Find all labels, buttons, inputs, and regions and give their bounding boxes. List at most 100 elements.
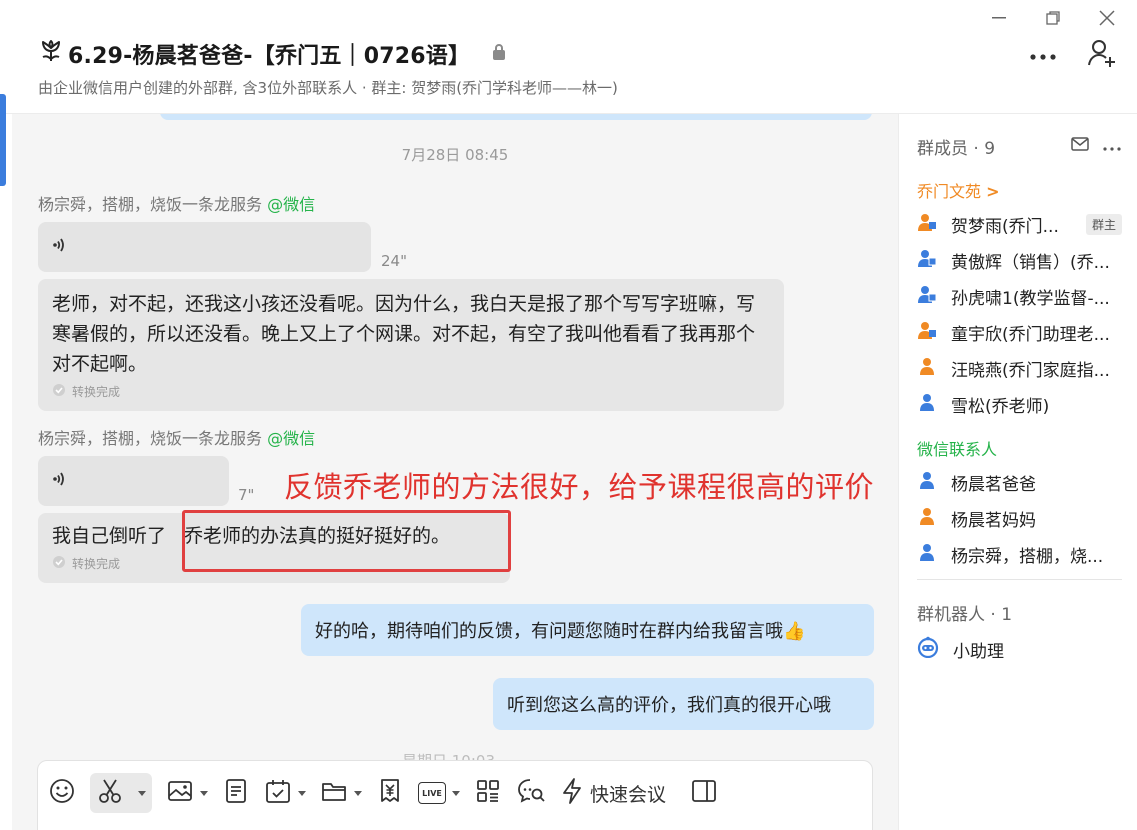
active-chat-indicator (0, 94, 6, 186)
voice-duration: 7" (238, 486, 255, 504)
staff-user-icon (917, 248, 937, 273)
robot-item[interactable]: 小助理 (917, 634, 1122, 664)
chevron-right-icon: > (986, 182, 1000, 201)
minimize-icon[interactable] (987, 8, 1011, 28)
status-text: 转换完成 (72, 385, 121, 399)
message-text: 好的哈，期待咱们的反馈，有问题您随时在群内给我留言哦👍 (315, 621, 806, 642)
more-icon[interactable] (1103, 136, 1121, 155)
live-button[interactable]: LIVE (418, 773, 460, 813)
wechat-tag: @微信 (267, 429, 316, 448)
check-icon (52, 555, 66, 573)
wechat-tag: @微信 (267, 195, 316, 214)
page-title: 6.29-杨晨茗爸爸-【乔门五｜0726语】 (68, 44, 471, 69)
folder-icon (320, 777, 348, 809)
image-button[interactable] (166, 773, 208, 813)
message-sender: 杨宗舜，搭棚，烧饭一条龙服务 @微信 (38, 425, 315, 449)
dropdown-caret[interactable] (354, 790, 362, 796)
dropdown-caret[interactable] (298, 790, 306, 796)
user-icon (917, 392, 937, 417)
dropdown-caret[interactable] (200, 790, 208, 796)
lock-icon (492, 43, 506, 65)
status-text: 转换完成 (72, 557, 121, 571)
emoji-button[interactable] (48, 773, 76, 813)
voice-wave-icon (50, 470, 68, 492)
staff-user-icon (917, 212, 937, 237)
timestamp: 7月28日 08:45 (401, 146, 509, 164)
document-button[interactable] (222, 773, 250, 813)
restore-icon[interactable] (1041, 8, 1065, 28)
highlight-box (182, 510, 511, 572)
chat-search-icon (516, 777, 546, 809)
title-row: 6.29-杨晨茗爸爸-【乔门五｜0726语】 (38, 38, 506, 70)
dropdown-caret[interactable] (452, 790, 460, 796)
close-icon[interactable] (1095, 8, 1119, 28)
robot-icon (917, 636, 939, 663)
outgoing-message[interactable]: 好的哈，期待咱们的反馈，有问题您随时在群内给我留言哦👍 (301, 604, 874, 656)
emoji-icon (48, 777, 76, 809)
member-item[interactable]: 杨晨茗爸爸 (917, 467, 1122, 497)
payment-icon (376, 777, 404, 809)
chat-messages[interactable]: 7月28日 08:45 杨宗舜，搭棚，烧饭一条龙服务 @微信 24" 老师，对不… (12, 114, 898, 830)
members-header: 群成员 · 9 (917, 139, 996, 159)
panel-divider (917, 579, 1122, 580)
robots-header: 群机器人 · 1 (917, 605, 1013, 625)
chat-search-button[interactable] (516, 773, 546, 813)
lightning-icon (560, 777, 584, 809)
conversion-status: 转换完成 (52, 383, 770, 401)
message-composer[interactable]: LIVE 快速会议 (37, 760, 873, 830)
transcribed-message[interactable]: 老师，对不起，还我这小孩还没看呢。因为什么，我白天是报了那个写写字班嘛，写寒暑假… (38, 279, 784, 411)
member-item[interactable]: 杨宗舜，搭棚，烧... (917, 539, 1122, 569)
member-item[interactable]: 杨晨茗妈妈 (917, 503, 1122, 533)
member-item[interactable]: 孙虎啸1(教学监督-... (917, 281, 1122, 311)
sidebar-toggle-icon (690, 777, 718, 809)
annotation-text: 反馈乔老师的方法很好，给予课程很高的评价 (284, 470, 875, 504)
previous-message-bubble (160, 114, 872, 120)
more-icon[interactable] (1029, 46, 1057, 65)
member-item[interactable]: 汪晓燕(乔门家庭指... (917, 353, 1122, 383)
quick-meeting-button[interactable]: 快速会议 (560, 773, 666, 813)
voice-duration: 24" (381, 252, 407, 270)
check-icon (52, 383, 66, 401)
sender-name: 杨宗舜，搭棚，烧饭一条龙服务 (38, 195, 263, 214)
add-member-icon[interactable] (1087, 38, 1117, 72)
member-item[interactable]: 贺梦雨(乔门... 群主 (917, 209, 1122, 239)
group-subtitle: 由企业微信用户创建的外部群, 含3位外部联系人 · 群主: 贺梦雨(乔门学科老师… (38, 79, 618, 97)
apps-button[interactable] (474, 773, 502, 813)
member-item[interactable]: 雪松(乔老师) (917, 389, 1122, 419)
payment-button[interactable] (376, 773, 404, 813)
chat-header: 6.29-杨晨茗爸爸-【乔门五｜0726语】 由企业微信用户创建的外部群, 含3… (0, 0, 1137, 114)
mail-icon[interactable] (1071, 136, 1089, 155)
group-link-qiaomen[interactable]: 乔门文苑 > (917, 178, 1000, 202)
folder-button[interactable] (320, 773, 362, 813)
members-panel: 群成员 · 9 乔门文苑 > 贺梦雨(乔门... 群主 黄傲辉（销售）(乔...… (898, 114, 1137, 830)
document-icon (222, 777, 250, 809)
quick-meeting-label: 快速会议 (590, 783, 667, 806)
screenshot-icon (96, 777, 124, 809)
group-tulip-icon (38, 39, 64, 69)
screenshot-button[interactable] (90, 773, 152, 813)
user-icon (917, 506, 937, 531)
voice-wave-icon (50, 236, 68, 258)
dropdown-caret[interactable] (138, 790, 146, 796)
outgoing-message[interactable]: 听到您这么高的评价，我们真的很开心哦 (493, 678, 874, 730)
live-icon: LIVE (418, 782, 446, 804)
voice-message[interactable] (38, 222, 371, 272)
schedule-button[interactable] (264, 773, 306, 813)
staff-user-icon (917, 320, 937, 345)
owner-badge: 群主 (1085, 213, 1122, 235)
user-icon (917, 356, 937, 381)
apps-icon (474, 777, 502, 809)
member-item[interactable]: 黄傲辉（销售）(乔... (917, 245, 1122, 275)
message-sender: 杨宗舜，搭棚，烧饭一条龙服务 @微信 (38, 191, 315, 215)
message-text: 听到您这么高的评价，我们真的很开心哦 (507, 695, 831, 716)
schedule-icon (264, 777, 292, 809)
sidebar-toggle-button[interactable] (690, 773, 718, 813)
sender-name: 杨宗舜，搭棚，烧饭一条龙服务 (38, 429, 263, 448)
user-icon (917, 542, 937, 567)
staff-user-icon (917, 284, 937, 309)
voice-message[interactable] (38, 456, 229, 506)
composer-toolbar: LIVE 快速会议 (48, 773, 732, 813)
message-text: 老师，对不起，还我这小孩还没看呢。因为什么，我白天是报了那个写写字班嘛，写寒暑假… (52, 293, 756, 375)
member-item[interactable]: 童宇欣(乔门助理老... (917, 317, 1122, 347)
group-label-wechat: 微信联系人 (917, 440, 998, 459)
